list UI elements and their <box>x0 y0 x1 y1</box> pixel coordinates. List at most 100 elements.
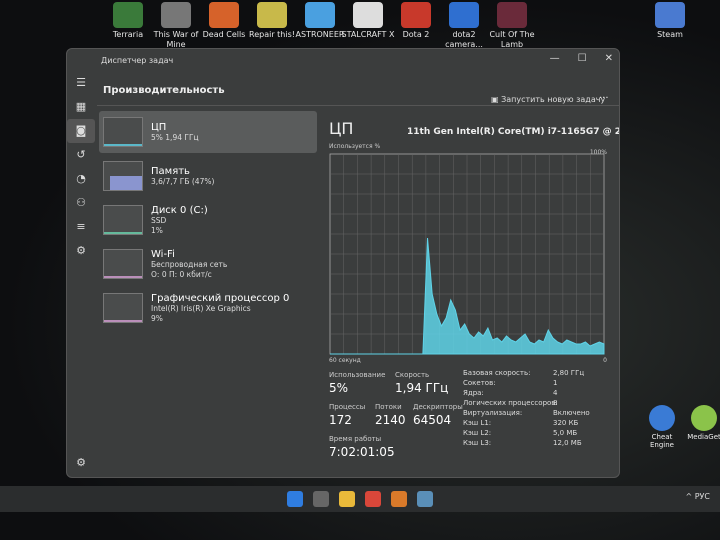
services-icon[interactable]: ⚙ <box>67 239 95 263</box>
spec-label: Ядра: <box>463 389 484 397</box>
start-icon[interactable] <box>287 491 303 507</box>
performance-icon[interactable]: ◙ <box>67 119 95 143</box>
chrome-icon[interactable] <box>365 491 381 507</box>
menu-icon[interactable]: ☰ <box>67 71 95 95</box>
desktop-icon-mediaget[interactable]: MediaGet <box>682 405 720 441</box>
icon-label: dota2 camera... <box>445 30 483 49</box>
more-button[interactable]: ··· <box>599 93 609 104</box>
resource-detail: 1% <box>151 225 163 235</box>
resource-thumbnail <box>103 293 143 323</box>
spec-value: 5,0 МБ <box>553 429 578 437</box>
spec-value: 12,0 МБ <box>553 439 582 447</box>
taskbar <box>0 486 720 512</box>
resource-item[interactable]: ЦП 5% 1,94 ГГц <box>99 111 317 153</box>
threads-label: Потоки <box>375 403 402 411</box>
page-title: Производительность <box>103 85 225 96</box>
search-icon[interactable] <box>313 491 329 507</box>
resource-item[interactable]: Диск 0 (C:) SSD 1% <box>99 199 317 241</box>
handles-value: 64504 <box>413 413 452 427</box>
app-icon <box>353 2 383 28</box>
speed-value: 1,94 ГГц <box>395 381 449 395</box>
startup-icon[interactable]: ◔ <box>67 167 95 191</box>
min-label: 0 <box>603 357 607 364</box>
spec-label: Виртуализация: <box>463 409 523 417</box>
resource-name: ЦП <box>151 121 167 133</box>
app-icon[interactable] <box>391 491 407 507</box>
icon-label: This War of Mine <box>153 30 199 49</box>
close-button[interactable]: ✕ <box>605 53 613 64</box>
handles-label: Дескрипторы <box>413 403 463 411</box>
usage-value: 5% <box>329 381 349 395</box>
processes-label: Процессы <box>329 403 366 411</box>
uptime-value: 7:02:01:05 <box>329 445 395 459</box>
resource-detail: О: 0 П: 0 кбит/с <box>151 269 212 279</box>
app-icon <box>449 2 479 28</box>
explorer-icon[interactable] <box>339 491 355 507</box>
resource-name: Память <box>151 165 190 177</box>
app-icon <box>305 2 335 28</box>
spec-value: 2,80 ГГц <box>553 369 585 377</box>
resource-item[interactable]: Память 3,6/7,7 ГБ (47%) <box>99 155 317 197</box>
speed-label: Скорость <box>395 371 430 379</box>
spec-label: Кэш L2: <box>463 429 492 437</box>
details-icon[interactable]: ≡ <box>67 215 95 239</box>
resource-name: Диск 0 (C:) <box>151 204 208 216</box>
window-title: Диспетчер задач <box>101 55 174 65</box>
icon-label: Dota 2 <box>402 30 430 39</box>
resource-detail: 9% <box>151 313 163 323</box>
icon-label: Cheat Engine <box>650 433 674 449</box>
cpu-model: 11th Gen Intel(R) Core(TM) i7-1165G7 @ 2… <box>407 127 619 137</box>
task-manager-window: Диспетчер задач — ☐ ✕ ☰ ▦ ◙ ↺ ◔ ⚇ ≡ ⚙ ⚙ Производи… <box>66 48 620 478</box>
cpu-title: ЦП <box>329 119 354 138</box>
resource-list: ЦП 5% 1,94 ГГц Память 3,6/7,7 ГБ (47%) Диск … <box>99 111 317 331</box>
icon-label: Dead Cells <box>202 30 246 39</box>
desktop-icon[interactable]: Cult Of The Lamb <box>482 2 542 50</box>
desktop-icon[interactable]: Steam <box>640 2 700 40</box>
resource-thumbnail <box>103 117 143 147</box>
users-icon[interactable]: ⚇ <box>67 191 95 215</box>
settings-icon[interactable]: ⚙ <box>67 451 95 475</box>
desktop-icon-cheat-engine[interactable]: Cheat Engine <box>640 405 684 449</box>
icon-label: MediaGet <box>687 433 720 441</box>
divider <box>97 105 619 106</box>
resource-detail: 5% 1,94 ГГц <box>151 132 199 142</box>
system-tray: ^ РУС <box>685 492 710 501</box>
spec-label: Кэш L3: <box>463 439 492 447</box>
time-label: 60 секунд <box>329 357 361 364</box>
usage-axis-label: Используется % <box>329 143 381 150</box>
new-task-button[interactable]: ▣ Запустить новую задачу <box>491 95 605 104</box>
history-icon[interactable]: ↺ <box>67 143 95 167</box>
resource-detail: Беспроводная сеть <box>151 259 228 269</box>
icon-label: Cult Of The Lamb <box>489 30 535 49</box>
resource-item[interactable]: Wi-Fi Беспроводная сеть О: 0 П: 0 кбит/с <box>99 243 317 285</box>
resource-name: Wi-Fi <box>151 248 175 260</box>
uptime-label: Время работы <box>329 435 382 443</box>
resource-thumbnail <box>103 205 143 235</box>
spec-value: 320 КБ <box>553 419 579 427</box>
resource-thumbnail <box>103 161 143 191</box>
task-manager-icon[interactable] <box>417 491 433 507</box>
resource-thumbnail <box>103 249 143 279</box>
spec-value: 1 <box>553 379 558 387</box>
resource-name: Графический процессор 0 <box>151 292 290 304</box>
icon-label: Terraria <box>112 30 144 39</box>
resource-detail: SSD <box>151 215 167 225</box>
new-task-label: Запустить новую задачу <box>501 95 606 104</box>
icon-label: Repair this! <box>249 30 295 39</box>
spec-label: Кэш L1: <box>463 419 492 427</box>
resource-item[interactable]: Графический процессор 0 Intel(R) Iris(R) … <box>99 287 317 329</box>
app-icon <box>257 2 287 28</box>
minimize-button[interactable]: — <box>550 53 560 64</box>
app-icon <box>401 2 431 28</box>
app-icon <box>497 2 527 28</box>
processes-icon[interactable]: ▦ <box>67 95 95 119</box>
app-icon <box>161 2 191 28</box>
maximize-button[interactable]: ☐ <box>578 53 587 64</box>
sidebar-nav: ☰ ▦ ◙ ↺ ◔ ⚇ ≡ ⚙ ⚙ <box>67 71 95 477</box>
language-indicator[interactable]: РУС <box>695 492 710 501</box>
spec-value: 4 <box>553 389 558 397</box>
spec-value: Включено <box>553 409 590 417</box>
app-icon <box>113 2 143 28</box>
resource-detail: 3,6/7,7 ГБ (47%) <box>151 176 215 186</box>
app-icon <box>209 2 239 28</box>
